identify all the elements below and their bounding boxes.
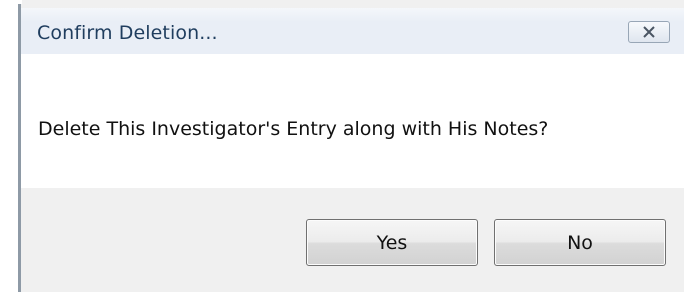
- close-button[interactable]: [628, 21, 670, 43]
- close-icon: [642, 26, 656, 38]
- dialog-content: Delete This Investigator's Entry along w…: [21, 54, 684, 188]
- window-corner: [18, 0, 22, 4]
- no-button[interactable]: No: [494, 219, 666, 266]
- dialog-message: Delete This Investigator's Entry along w…: [38, 118, 549, 140]
- dialog-titlebar: Confirm Deletion...: [21, 8, 684, 54]
- confirm-deletion-dialog: Confirm Deletion... Delete This Investig…: [18, 0, 684, 292]
- dialog-button-bar: Yes No: [21, 188, 684, 292]
- dialog-title: Confirm Deletion...: [37, 22, 218, 44]
- yes-button[interactable]: Yes: [306, 219, 478, 266]
